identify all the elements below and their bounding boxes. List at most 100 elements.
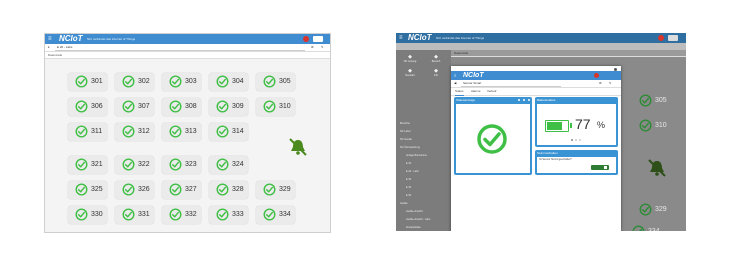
device-tile[interactable]: 304 bbox=[209, 73, 248, 91]
device-tile[interactable]: 332 bbox=[162, 206, 201, 224]
sidebar-item[interactable]: NC Geräte bbox=[400, 138, 412, 141]
device-tile[interactable]: 310 bbox=[632, 117, 671, 135]
sidebar-item[interactable]: E 50 bbox=[406, 194, 411, 197]
device-tile[interactable]: 313 bbox=[162, 123, 201, 141]
device-tile[interactable]: 321 bbox=[68, 156, 107, 174]
brand-tagline: NCI verbindet das Internet of Things bbox=[436, 36, 485, 40]
refresh-icon[interactable] bbox=[518, 99, 520, 101]
sidebar-item[interactable]: E 20 - Labs bbox=[406, 170, 419, 173]
tile-number: 305 bbox=[655, 97, 667, 104]
tile-number: 333 bbox=[232, 211, 244, 218]
notification-badge[interactable] bbox=[658, 35, 664, 41]
sidebar-tool-button[interactable]: ◆ Bereich bbox=[424, 54, 448, 66]
user-button[interactable] bbox=[313, 36, 323, 42]
device-tile[interactable]: 329 bbox=[632, 201, 671, 219]
device-tile[interactable]: 301 bbox=[68, 73, 107, 91]
device-tile[interactable]: 329 bbox=[256, 181, 295, 199]
device-tile[interactable]: 302 bbox=[115, 73, 154, 91]
back-arrow-icon[interactable]: ◀ bbox=[454, 80, 456, 87]
brand-logo: NCIoT bbox=[408, 33, 432, 42]
alarm-muted-icon[interactable] bbox=[288, 137, 308, 157]
sidebar-item[interactable]: Zustandsliste bbox=[406, 226, 421, 229]
dialog-tab[interactable]: Status bbox=[455, 88, 464, 96]
check-circle-icon bbox=[263, 100, 276, 113]
sidebar-tool-button[interactable]: ◆ Info bbox=[424, 68, 448, 80]
device-tile[interactable]: 314 bbox=[209, 123, 248, 141]
device-tile[interactable]: 328 bbox=[209, 181, 248, 199]
edit-icon[interactable]: ✎ bbox=[609, 80, 612, 87]
sidebar-item[interactable]: E 20 bbox=[406, 162, 411, 165]
battery-unit: % bbox=[597, 120, 606, 130]
data-bar-label: Datenzeile bbox=[454, 51, 469, 55]
device-tile[interactable]: 305 bbox=[256, 73, 295, 91]
check-circle-icon bbox=[639, 94, 652, 107]
notification-badge[interactable] bbox=[303, 36, 309, 42]
app-header: ≡ NCIoT NCI verbindet das Internet of Th… bbox=[45, 34, 330, 44]
pager-dot[interactable] bbox=[571, 139, 573, 141]
sidebar-item[interactable]: Anlage Büroräume bbox=[406, 154, 427, 157]
sidebar-tool-button[interactable]: ◆ Neustart bbox=[398, 68, 422, 80]
tile-number: 326 bbox=[138, 186, 150, 193]
sidebar-item[interactable]: E 40 bbox=[406, 186, 411, 189]
location-bar: ♦ E 20 - Labs ⚙ ✎ bbox=[45, 44, 330, 52]
device-tile[interactable]: 333 bbox=[209, 206, 248, 224]
tile-number: 301 bbox=[91, 78, 103, 85]
menu-icon[interactable]: ≡ bbox=[399, 33, 403, 43]
device-tile[interactable]: 326 bbox=[115, 181, 154, 199]
device-tile[interactable]: 307 bbox=[115, 98, 154, 116]
tile-number: 328 bbox=[232, 186, 244, 193]
pager-dot[interactable] bbox=[579, 139, 581, 141]
sidebar-item[interactable]: E 30 bbox=[406, 178, 411, 181]
sidebar-item[interactable]: Geräte-Ansicht bbox=[406, 210, 423, 213]
device-tile[interactable]: 327 bbox=[162, 181, 201, 199]
location-field[interactable]: E 20 - Labs bbox=[55, 45, 305, 51]
user-button[interactable] bbox=[668, 35, 678, 41]
device-tile[interactable]: 330 bbox=[68, 206, 107, 224]
sidebar-tool-button[interactable]: ◆ NC Lösung bbox=[398, 54, 422, 66]
device-tile[interactable]: 308 bbox=[162, 98, 201, 116]
check-circle-icon bbox=[122, 183, 135, 196]
notification-badge[interactable] bbox=[594, 73, 599, 78]
check-circle-icon bbox=[122, 75, 135, 88]
mute-toggle[interactable] bbox=[591, 165, 609, 170]
device-tile[interactable]: 331 bbox=[115, 206, 154, 224]
device-tile[interactable]: 310 bbox=[256, 98, 295, 116]
sidebar-item[interactable]: Bereiche bbox=[400, 122, 410, 125]
sidebar-item[interactable]: NC Überwachung bbox=[400, 146, 420, 149]
device-tile[interactable]: 303 bbox=[162, 73, 201, 91]
right-screenshot: ≡ NCIoT NCI verbindet das Internet of Th… bbox=[396, 33, 686, 231]
dialog-tab[interactable]: Alarme bbox=[471, 88, 481, 95]
menu-icon[interactable]: ≡ bbox=[48, 34, 52, 44]
check-circle-icon bbox=[263, 183, 276, 196]
sidebar-item[interactable]: Geräte-Ansicht - Labs bbox=[406, 218, 430, 221]
device-tile[interactable]: 309 bbox=[209, 98, 248, 116]
check-circle-icon bbox=[263, 75, 276, 88]
check-circle-icon bbox=[216, 183, 229, 196]
sidebar-item[interactable]: Geräte bbox=[400, 202, 408, 205]
sidebar-item[interactable]: NC Labor bbox=[400, 130, 411, 133]
device-tile[interactable]: 306 bbox=[68, 98, 107, 116]
menu-dots-icon[interactable] bbox=[528, 99, 530, 101]
tile-number: 311 bbox=[91, 128, 103, 135]
device-tile[interactable]: 312 bbox=[115, 123, 154, 141]
edit-icon[interactable]: ✎ bbox=[321, 44, 324, 51]
tile-number: 309 bbox=[232, 103, 244, 110]
device-tile[interactable]: 334 bbox=[625, 223, 664, 231]
device-tile[interactable]: 322 bbox=[115, 156, 154, 174]
pager-dot[interactable] bbox=[575, 139, 577, 141]
gear-icon[interactable]: ⚙ bbox=[599, 80, 602, 87]
sidebar: ◆ NC Lösung ◆ Bereich ◆ Neustart ◆ Info Bereich… bbox=[396, 50, 451, 231]
device-title-field[interactable]: Sensor Smart bbox=[461, 81, 561, 87]
dialog-appbar: ≡ NCIoT bbox=[451, 71, 621, 80]
dialog-tabs: Status Alarme Verlauf bbox=[451, 88, 621, 96]
dialog-tab[interactable]: Verlauf bbox=[487, 88, 496, 95]
device-tile[interactable]: 334 bbox=[256, 206, 295, 224]
device-tile[interactable]: 311 bbox=[68, 123, 107, 141]
expand-icon[interactable] bbox=[523, 99, 525, 101]
settings-icon[interactable]: ⚙ bbox=[311, 44, 314, 51]
device-tile[interactable]: 323 bbox=[162, 156, 201, 174]
device-tile[interactable]: 305 bbox=[632, 92, 671, 110]
device-tile[interactable]: 325 bbox=[68, 181, 107, 199]
device-tile[interactable]: 324 bbox=[209, 156, 248, 174]
menu-icon[interactable]: ≡ bbox=[454, 71, 456, 80]
